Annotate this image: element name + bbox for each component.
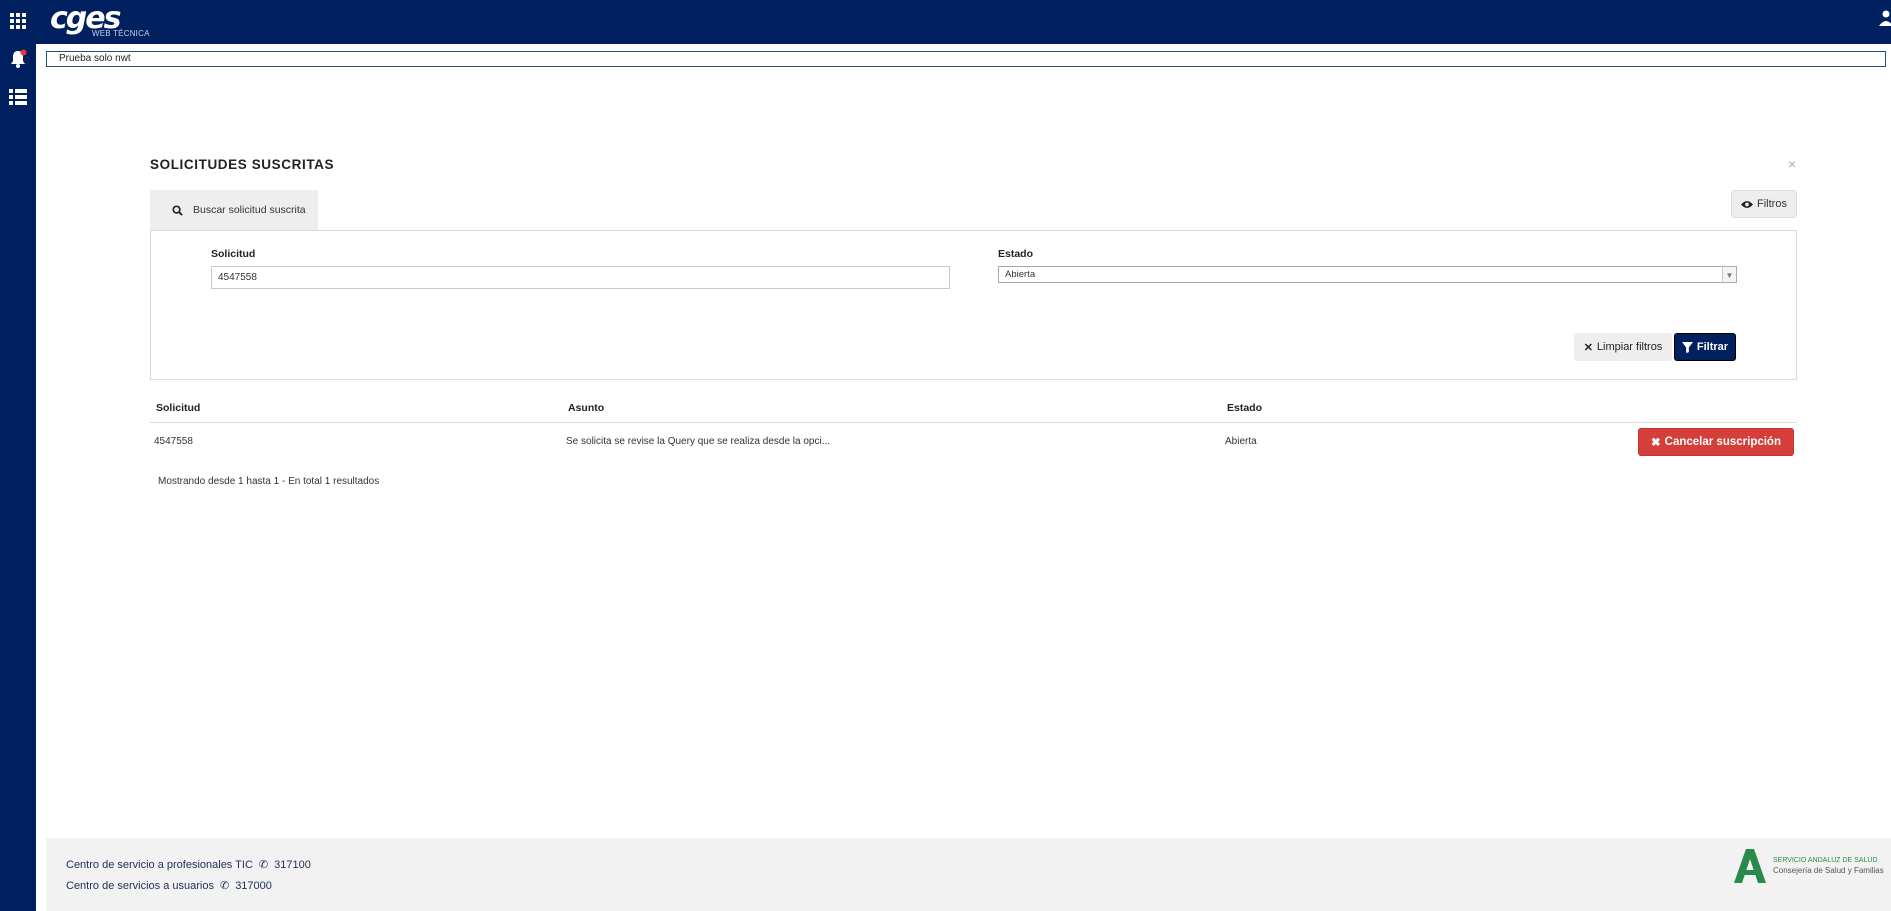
column-header-solicitud[interactable]: Solicitud — [156, 402, 200, 414]
apps-grid-icon[interactable] — [8, 11, 28, 31]
close-icon: ✕ — [1583, 341, 1593, 354]
cges-logo[interactable]: cges WEB TÉCNICA — [50, 4, 149, 39]
user-icon[interactable] — [1879, 10, 1891, 26]
cell-estado: Abierta — [1225, 436, 1257, 447]
estado-label: Estado — [998, 248, 1034, 260]
estado-select-value: Abierta — [1005, 269, 1036, 280]
funnel-icon — [1681, 341, 1693, 353]
close-button[interactable]: × — [1788, 156, 1796, 172]
andalucia-logo-icon — [1734, 849, 1766, 883]
logo-subtitle: WEB TÉCNICA — [92, 29, 150, 38]
page-title: SOLICITUDES SUSCRITAS — [150, 157, 335, 172]
footer-line1-phone: 317100 — [274, 858, 311, 871]
search-icon — [172, 204, 183, 216]
list-icon[interactable] — [8, 87, 28, 107]
chevron-down-icon: ▼ — [1722, 267, 1736, 282]
column-header-asunto[interactable]: Asunto — [568, 402, 604, 414]
notice-banner: Prueba solo nwt — [46, 51, 1886, 67]
filters-toggle-button[interactable]: Filtros — [1731, 190, 1797, 218]
results-summary: Mostrando desde 1 hasta 1 - En total 1 r… — [158, 476, 380, 487]
filters-button-label: Filtros — [1757, 198, 1787, 210]
cell-solicitud: 4547558 — [154, 436, 193, 447]
eye-icon — [1741, 200, 1754, 208]
footer-line2-phone: 317000 — [235, 879, 272, 892]
clear-filters-label: Limpiar filtros — [1596, 341, 1663, 353]
sas-logo-line1: SERVICIO ANDALUZ DE SALUD — [1773, 857, 1878, 864]
footer-line-profesionales: Centro de servicio a profesionales TIC ✆… — [66, 858, 311, 872]
cancel-subscription-button[interactable]: ✖ Cancelar suscripción — [1638, 428, 1794, 456]
sas-logo: SERVICIO ANDALUZ DE SALUD Consejería de … — [1733, 848, 1884, 884]
sidebar — [0, 0, 36, 911]
notification-bell-icon[interactable] — [8, 49, 28, 69]
top-bar: cges WEB TÉCNICA — [0, 0, 1891, 44]
footer-line1-text: Centro de servicio a profesionales TIC — [66, 858, 253, 871]
cancel-subscription-label: Cancelar suscripción — [1664, 436, 1781, 448]
table-header-divider — [150, 422, 1797, 423]
column-header-estado[interactable]: Estado — [1227, 402, 1262, 414]
sas-logo-line2: Consejería de Salud y Familias — [1773, 866, 1884, 875]
footer-line-usuarios: Centro de servicios a usuarios ✆ 317000 — [66, 879, 272, 893]
cell-asunto: Se solicita se revise la Query que se re… — [566, 436, 831, 447]
solicitud-input[interactable]: 4547558 — [211, 266, 950, 289]
filter-button-label: Filtrar — [1696, 341, 1729, 353]
estado-select[interactable]: Abierta ▼ — [998, 266, 1737, 283]
solicitud-label: Solicitud — [211, 248, 256, 260]
tab-buscar-solicitud[interactable]: Buscar solicitud suscrita — [150, 190, 318, 230]
footer: Centro de servicio a profesionales TIC ✆… — [46, 838, 1891, 911]
sas-logo-text: SERVICIO ANDALUZ DE SALUD Consejería de … — [1773, 856, 1884, 876]
phone-icon: ✆ — [258, 859, 269, 871]
tab-label: Buscar solicitud suscrita — [193, 204, 306, 216]
phone-icon: ✆ — [219, 880, 230, 892]
filter-button[interactable]: Filtrar — [1674, 333, 1736, 361]
filter-panel — [150, 230, 1797, 380]
clear-filters-button[interactable]: ✕ Limpiar filtros — [1574, 333, 1672, 361]
footer-line2-text: Centro de servicios a usuarios — [66, 879, 214, 892]
close-icon: ✖ — [1651, 437, 1661, 449]
